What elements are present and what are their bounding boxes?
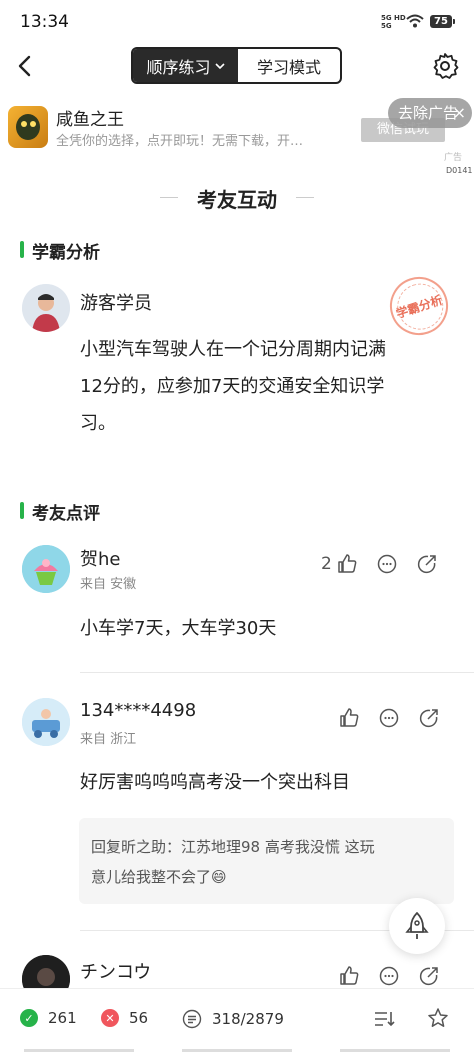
gear-icon[interactable] — [431, 52, 459, 80]
back-icon[interactable] — [14, 54, 38, 78]
like-icon[interactable] — [336, 705, 362, 731]
close-icon[interactable]: × — [453, 98, 466, 128]
avatar[interactable] — [22, 284, 70, 332]
remove-ad-button[interactable]: 去除广告 × — [388, 98, 472, 128]
reviews-label: 考友点评 — [20, 499, 100, 524]
rocket-icon — [405, 912, 429, 939]
mode-switch: 顺序练习 学习模式 — [131, 47, 342, 84]
like-count: 2 — [321, 554, 332, 574]
check-icon: ✓ — [20, 1009, 38, 1027]
analysis-text-line: 小型汽车驾驶人在一个记分周期内记满 — [80, 339, 386, 360]
home-indicator — [0, 1049, 474, 1053]
network-type-bottom: 5G — [381, 22, 392, 30]
battery-level: 75 — [434, 16, 448, 27]
network-indicator: 5G HD 5G — [381, 14, 406, 30]
analysis-text-line: 12分的，应参加7天的交通安全知识学 — [80, 376, 385, 397]
like-icon[interactable] — [334, 551, 360, 577]
remove-ad-label: 去除广告 — [398, 104, 459, 122]
reply-text-line: 意儿给我整不会了😄 — [91, 868, 227, 886]
wifi-icon — [406, 14, 424, 28]
review-text: 小车学7天，大车学30天 — [80, 618, 277, 639]
ad-banner[interactable]: 咸鱼之王 全凭你的选择，点开即玩！无需下载，开… 微信试玩 去除广告 × 广告 … — [0, 98, 474, 178]
analysis-text-line: 习。 — [80, 413, 116, 434]
review-location: 来自 浙江 — [80, 732, 137, 747]
review-actions — [336, 705, 442, 731]
ad-description: 全凭你的选择，点开即玩！无需下载，开… — [56, 134, 304, 149]
avatar[interactable] — [22, 698, 70, 746]
star-icon[interactable] — [427, 1007, 449, 1029]
wrong-count: 56 — [129, 1009, 149, 1027]
reply-box[interactable]: 回复昕之助：江苏地理98 高考我没慌 这玩 意儿给我整不会了😄 — [79, 818, 454, 904]
analysis-label: 学霸分析 — [20, 238, 100, 263]
status-bar: 13:34 5G HD 5G 75 — [0, 0, 474, 44]
bottom-bar: ✓ 261 ✕ 56 318/2879 — [0, 988, 474, 1053]
title-divider-right — [296, 197, 314, 198]
review-text: 好厉害呜呜呜高考没一个突出科目 — [80, 772, 350, 793]
section-title-text: 考友互动 — [197, 188, 277, 212]
mode-tab-study-label: 学习模式 — [256, 57, 321, 77]
review-actions — [336, 963, 442, 989]
review-actions: 2 — [321, 551, 440, 577]
progress-item[interactable]: 318/2879 — [182, 1009, 284, 1029]
list-icon — [182, 1009, 202, 1029]
review-username: チンコウ — [80, 962, 152, 983]
ad-label: 广告 — [444, 153, 463, 163]
review-username: 134****4498 — [80, 700, 197, 721]
network-type-top: 5G HD — [381, 14, 406, 22]
comment-icon[interactable] — [376, 963, 402, 989]
ad-code: D0141 — [446, 166, 473, 175]
status-time: 13:34 — [20, 12, 69, 32]
cross-icon: ✕ — [101, 1009, 119, 1027]
like-icon[interactable] — [336, 963, 362, 989]
user-avatar-icon — [22, 284, 70, 332]
title-divider-left — [160, 197, 178, 198]
user-avatar-icon — [22, 545, 70, 593]
section-title: 考友互动 — [0, 184, 474, 213]
correct-count-item[interactable]: ✓ 261 — [20, 1009, 77, 1027]
analysis-username: 游客学员 — [80, 293, 152, 314]
nav-bar: 顺序练习 学习模式 — [0, 44, 474, 90]
user-avatar-icon — [22, 698, 70, 746]
progress-count: 318/2879 — [212, 1010, 284, 1028]
analysis-stamp-text: 学霸分析 — [394, 292, 445, 321]
ad-thumbnail — [8, 106, 48, 148]
analysis-text: 小型汽车驾驶人在一个记分周期内记满 12分的，应参加7天的交通安全知识学 习。 — [80, 331, 450, 442]
comment-icon[interactable] — [376, 705, 402, 731]
review-username: 贺he — [80, 549, 121, 570]
wrong-count-item[interactable]: ✕ 56 — [101, 1009, 148, 1027]
correct-count: 261 — [48, 1009, 77, 1027]
share-icon[interactable] — [416, 963, 442, 989]
share-icon[interactable] — [416, 705, 442, 731]
mode-tab-sequential-label: 顺序练习 — [146, 57, 211, 77]
reply-text-line: 回复昕之助：江苏地理98 高考我没慌 这玩 — [91, 838, 375, 856]
scroll-top-button[interactable] — [389, 898, 445, 954]
chevron-down-icon — [214, 62, 225, 69]
battery-icon: 75 — [430, 15, 455, 28]
review-location: 来自 安徽 — [80, 577, 137, 592]
review-divider — [80, 672, 474, 673]
mode-tab-study[interactable]: 学习模式 — [238, 49, 340, 82]
avatar[interactable] — [22, 545, 70, 593]
share-icon[interactable] — [414, 551, 440, 577]
mode-tab-sequential[interactable]: 顺序练习 — [133, 49, 238, 82]
ad-title: 咸鱼之王 — [56, 110, 124, 130]
sort-icon[interactable] — [373, 1009, 395, 1029]
comment-icon[interactable] — [374, 551, 400, 577]
